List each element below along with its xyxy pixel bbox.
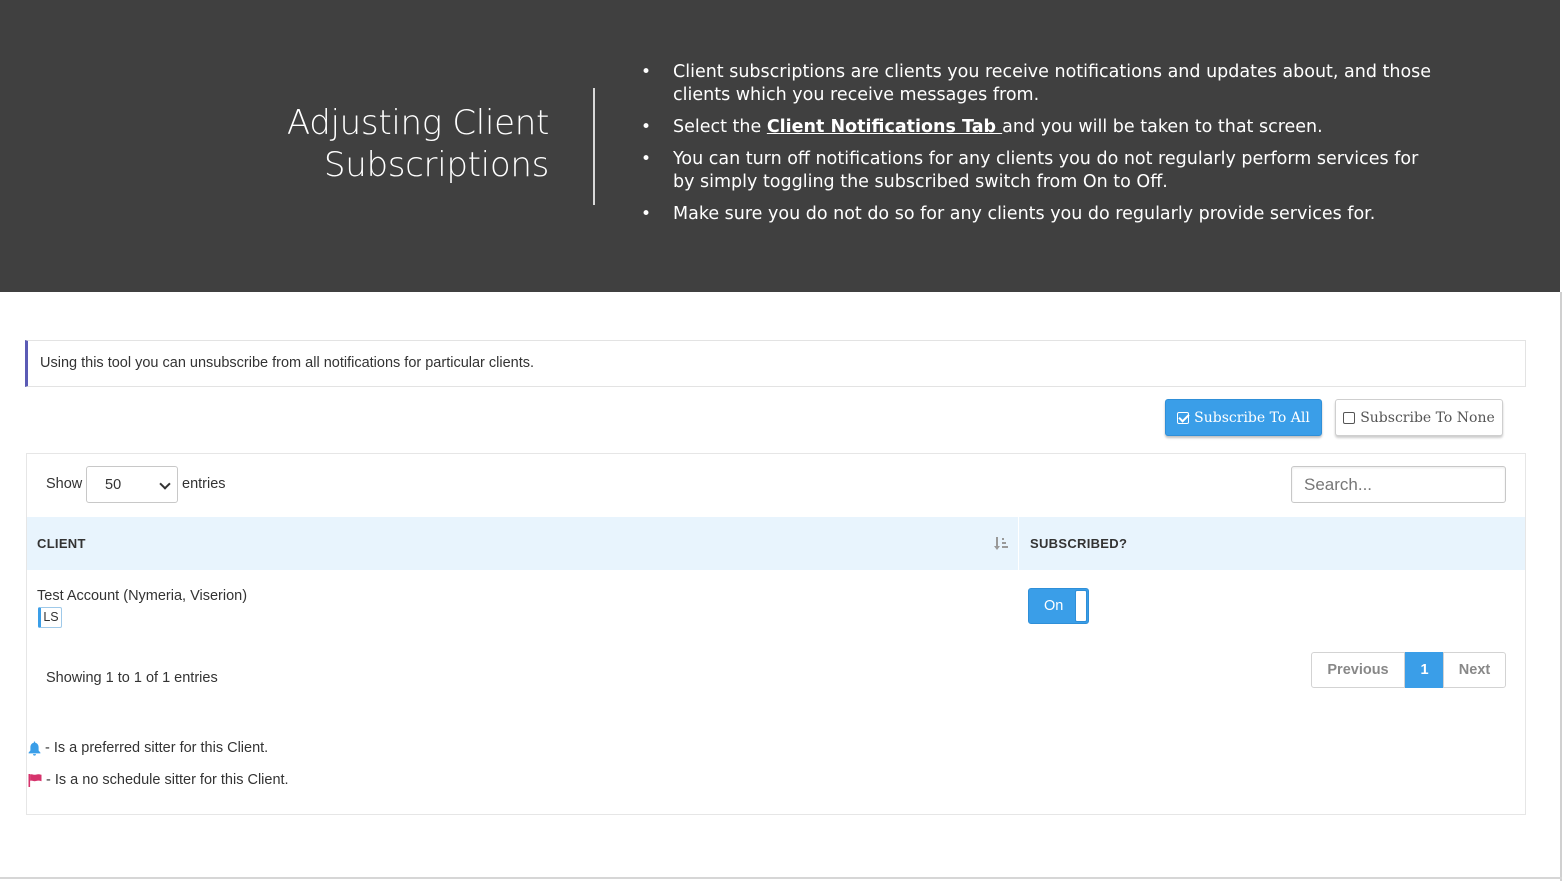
bullet-text: Select the — [673, 117, 767, 137]
legend-item-no-schedule: - Is a no schedule sitter for this Clien… — [28, 772, 289, 788]
sort-icon[interactable] — [994, 535, 1010, 551]
pagination: Previous 1 Next — [1311, 652, 1506, 688]
show-label: Show — [46, 476, 83, 492]
bullet-item: You can turn off notifications for any c… — [640, 148, 1440, 194]
table-header: CLIENT SUBSCRIBED? — [27, 517, 1525, 570]
toggle-knob — [1075, 590, 1087, 622]
page-1-button[interactable]: 1 — [1405, 652, 1444, 688]
client-badge: LS — [38, 607, 62, 628]
page-size-select[interactable]: 50 — [86, 466, 178, 503]
legend-no-schedule-text: - Is a no schedule sitter for this Clien… — [46, 772, 289, 788]
bullet-item: Select the Client Notifications Tab and … — [640, 116, 1440, 139]
subscribe-to-all-label: Subscribe To All — [1194, 409, 1310, 426]
checkbox-empty-icon — [1343, 411, 1356, 424]
bullet-text: and you will be taken to that screen. — [1002, 117, 1323, 137]
subscribe-to-all-button[interactable]: Subscribe To All — [1165, 399, 1322, 436]
bell-icon — [28, 741, 41, 756]
slide-header: Adjusting Client Subscriptions Client su… — [0, 0, 1560, 292]
info-text: Using this tool you can unsubscribe from… — [40, 355, 535, 371]
title-divider — [593, 88, 595, 205]
next-page-button[interactable]: Next — [1443, 652, 1506, 688]
slide-title-line1: Adjusting Client — [286, 103, 549, 143]
slide-title-line2: Subscriptions — [323, 145, 549, 185]
legend-preferred-text: - Is a preferred sitter for this Client. — [45, 740, 269, 756]
search-input[interactable] — [1291, 466, 1506, 503]
legend-item-preferred: - Is a preferred sitter for this Client. — [28, 740, 268, 756]
previous-page-button[interactable]: Previous — [1311, 652, 1405, 688]
checkbox-checked-icon — [1177, 411, 1190, 424]
entries-info: Showing 1 to 1 of 1 entries — [46, 670, 218, 686]
client-notifications-tab-link[interactable]: Client Notifications Tab — [767, 117, 1002, 137]
bullet-list: Client subscriptions are clients you rec… — [640, 61, 1440, 235]
subscribed-toggle[interactable]: On — [1028, 588, 1089, 624]
subscribe-to-none-label: Subscribe To None — [1360, 409, 1495, 426]
page-size-value: 50 — [105, 477, 122, 493]
column-header-client[interactable]: CLIENT — [37, 517, 86, 570]
table-panel — [26, 453, 1526, 815]
entries-label: entries — [182, 476, 226, 492]
column-header-subscribed[interactable]: SUBSCRIBED? — [1030, 517, 1127, 570]
flag-icon — [28, 774, 42, 787]
chevron-down-icon — [159, 478, 171, 490]
bullet-item: Client subscriptions are clients you rec… — [640, 61, 1440, 107]
slide-title: Adjusting Client Subscriptions — [229, 102, 549, 186]
subscribe-to-none-button[interactable]: Subscribe To None — [1335, 399, 1503, 436]
page-bottom-edge — [0, 877, 1562, 879]
bullet-item: Make sure you do not do so for any clien… — [640, 203, 1440, 226]
toggle-label: On — [1044, 598, 1064, 614]
info-callout: Using this tool you can unsubscribe from… — [25, 340, 1526, 387]
column-separator — [1018, 517, 1019, 570]
client-name-cell: Test Account (Nymeria, Viserion) — [37, 588, 248, 604]
